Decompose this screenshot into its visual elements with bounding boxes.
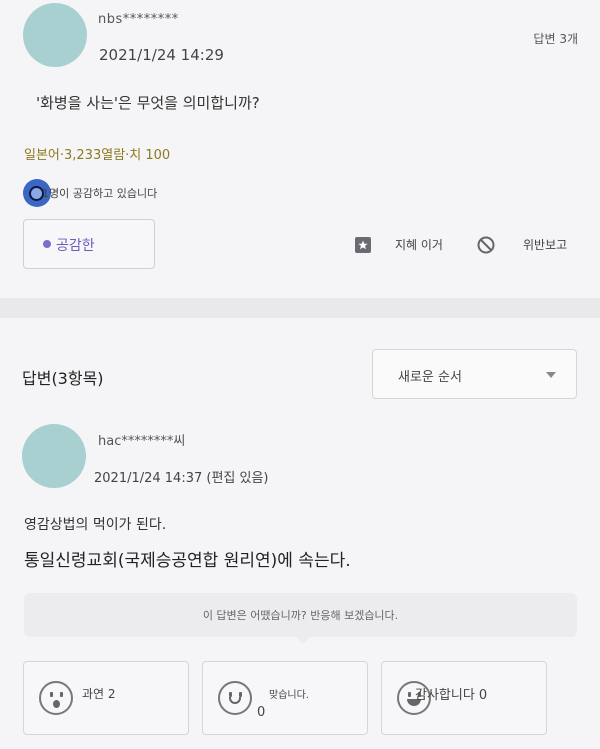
report-label[interactable]: 위반보고: [523, 236, 567, 253]
surprised-face-icon: [39, 681, 73, 715]
report-ban-icon[interactable]: [477, 236, 495, 254]
answers-title: 답변(3항목): [22, 369, 104, 388]
empathy-button-label: 공감한: [56, 238, 95, 254]
question-meta[interactable]: 일본어·3,233열람·치 100: [24, 144, 170, 163]
feedback-prompt-text: 이 답변은 어땠습니까? 반응해 보겠습니다.: [202, 609, 399, 622]
feedback-prompt-bar: 이 답변은 어땠습니까? 반응해 보겠습니다.: [24, 593, 577, 644]
empathy-count-text: 1명이 공감하고 있습니다: [42, 187, 158, 200]
empathy-dot-icon: [43, 240, 51, 248]
reaction-label: 맞습니다.: [269, 690, 309, 701]
question-author-avatar[interactable]: [23, 3, 87, 67]
question-body: '화병을 사는'은 무엇을 의미합니까?: [36, 94, 260, 112]
answer-author-avatar[interactable]: [22, 424, 86, 488]
section-divider: [0, 298, 600, 318]
reaction-label: 과연 2: [82, 687, 116, 701]
reaction-button-agree[interactable]: 맞습니다. 0: [202, 661, 368, 735]
answer-date: 2021/1/24 14:37 (편집 있음): [94, 471, 269, 486]
answer-count: 답변 3개: [533, 32, 578, 46]
answer-body-line-1: 영감상법의 먹이가 된다.: [24, 517, 167, 533]
answer-body-line-2: 통일신령교회(국제승공연합 원리연)에 속는다.: [24, 551, 351, 571]
reaction-label: 감사합니다 0: [415, 688, 488, 703]
reaction-count: 0: [257, 705, 266, 720]
chevron-down-icon: [546, 372, 556, 378]
reaction-button-thanks[interactable]: 감사합니다 0: [381, 661, 547, 735]
answer-author-name[interactable]: hac********씨: [98, 430, 185, 449]
reaction-button-naruhodo[interactable]: 과연 2: [23, 661, 189, 735]
smile-face-icon: [218, 681, 252, 715]
question-date: 2021/1/24 14:29: [99, 46, 224, 64]
bookmark-label[interactable]: 지혜 이거: [395, 236, 443, 253]
question-author-name[interactable]: nbs********: [98, 12, 179, 27]
sort-select[interactable]: 새로운 순서: [372, 349, 577, 399]
sort-select-value: 새로운 순서: [398, 370, 462, 385]
bookmark-star-icon[interactable]: [355, 237, 371, 253]
empathy-button[interactable]: 공감한: [23, 219, 155, 269]
